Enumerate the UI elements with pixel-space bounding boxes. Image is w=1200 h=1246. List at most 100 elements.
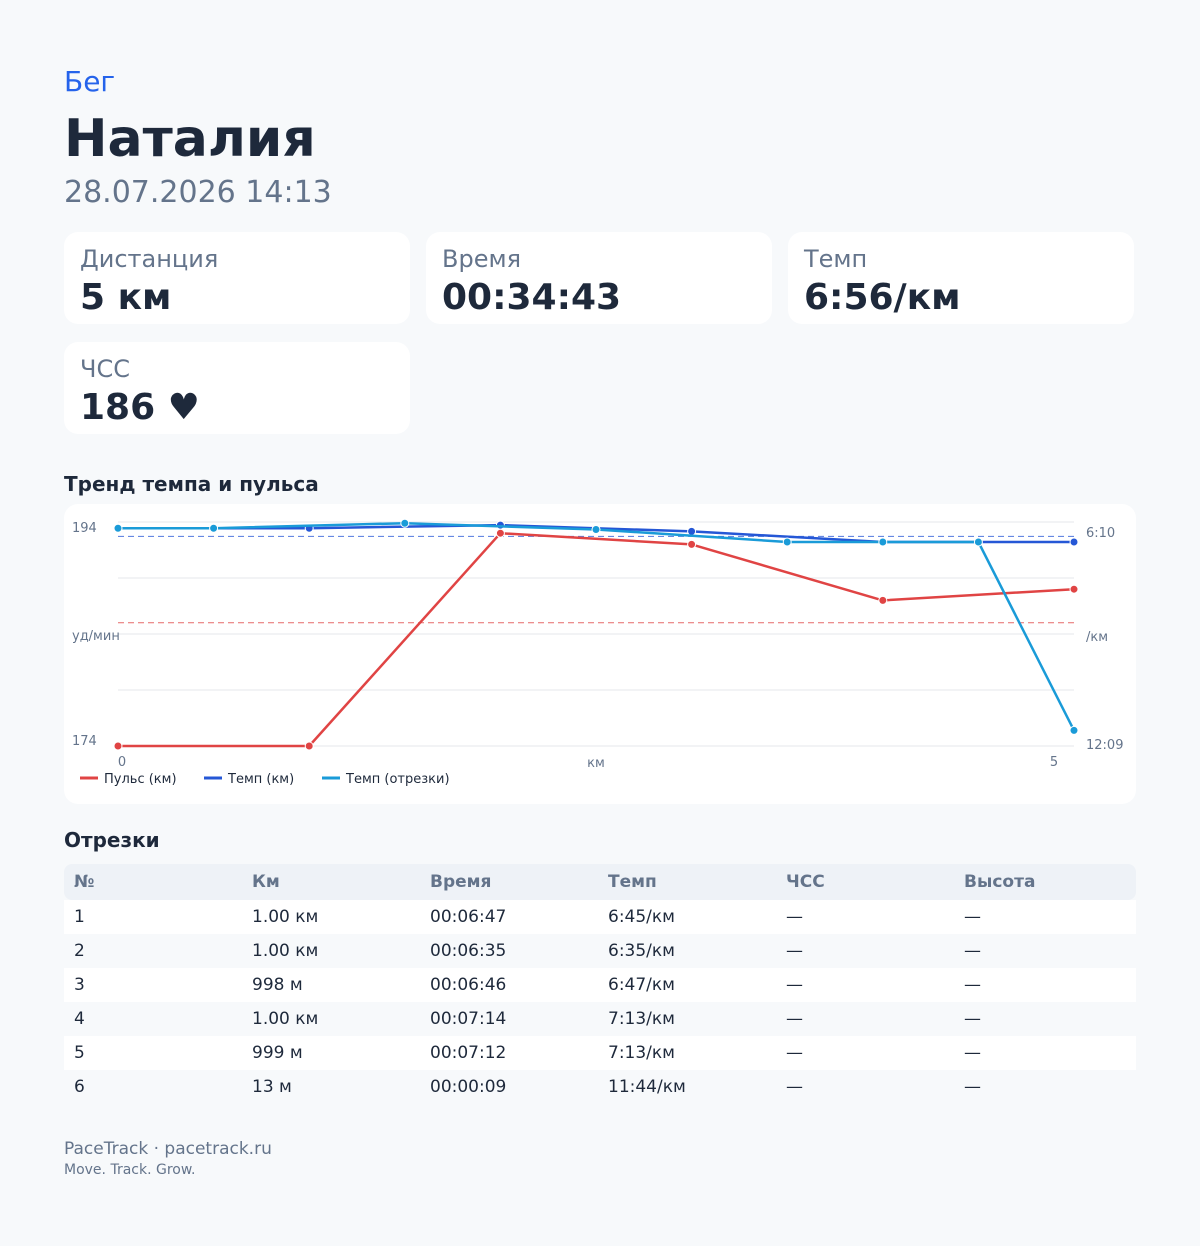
series-point-2 — [113, 523, 123, 533]
table-row: 2 1.00 км 00:06:35 6:35/км — — — [64, 934, 1136, 968]
chart-canvas: 194 174 уд/мин 6:10 12:09/км 0 5 км Пульс (км) Те… — [72, 518, 1123, 787]
split-distance: 1.00 км — [242, 900, 420, 934]
column-header-pace: Темп — [598, 864, 776, 900]
athlete-name: Наталия — [64, 109, 316, 169]
series-point-0 — [304, 741, 314, 751]
stat-card-distance: Дистанция 5 км — [64, 232, 410, 324]
y-right-axis-label: /км — [1086, 630, 1108, 645]
split-heart-rate: — — [776, 968, 954, 1002]
stat-value: 6:56/км — [804, 277, 961, 318]
table-row: 3 998 м 00:06:46 6:47/км — — — [64, 968, 1136, 1002]
split-elevation: — — [954, 1036, 1136, 1070]
stat-value: 5 км — [80, 277, 172, 318]
table-row: 6 13 м 00:00:09 11:44/км — — — [64, 1070, 1136, 1104]
stat-label: Темп — [804, 245, 868, 273]
y-left-tick-label: 194 — [72, 521, 97, 536]
split-heart-rate: — — [776, 1036, 954, 1070]
split-pace: 11:44/км — [598, 1070, 776, 1104]
split-number: 1 — [64, 900, 242, 934]
x-axis-label: км — [587, 756, 605, 771]
activity-type: Бег — [64, 65, 116, 98]
series-line-0 — [118, 531, 1075, 748]
series-point-0 — [687, 539, 697, 549]
column-header-number: № — [64, 864, 242, 900]
split-elevation: — — [954, 1002, 1136, 1036]
split-pace: 6:47/км — [598, 968, 776, 1002]
series-point-1 — [687, 526, 697, 536]
split-number: 4 — [64, 1002, 242, 1036]
activity-date: 28.07.2026 14:13 — [64, 175, 332, 210]
activity-summary-page: Бег Наталия 28.07.2026 14:13 Дистанция 5… — [0, 0, 1200, 1246]
split-time: 00:06:47 — [420, 900, 598, 934]
y-left-tick-label: 174 — [72, 734, 97, 749]
split-time: 00:00:09 — [420, 1070, 598, 1104]
series-point-2 — [973, 537, 983, 547]
stat-value: 00:34:43 — [442, 277, 622, 318]
series-line-2 — [118, 521, 1076, 731]
split-number: 5 — [64, 1036, 242, 1070]
stat-label: ЧСС — [80, 355, 130, 383]
legend-label: Темп (отрезки) — [345, 772, 450, 787]
split-time: 00:06:35 — [420, 934, 598, 968]
x-tick-label: 5 — [1050, 755, 1058, 770]
stat-label: Дистанция — [80, 245, 219, 273]
split-distance: 998 м — [242, 968, 420, 1002]
footer-tagline: Move. Track. Grow. — [64, 1162, 196, 1178]
y-left-axis-label: уд/мин — [72, 629, 120, 644]
series-point-0 — [113, 741, 123, 751]
series-point-2 — [1069, 725, 1079, 735]
column-header-heart-rate: ЧСС — [776, 864, 954, 900]
split-number: 6 — [64, 1070, 242, 1104]
split-elevation: — — [954, 934, 1136, 968]
splits-table: № Км Время Темп ЧСС Высота 1 1.00 км 00:… — [64, 864, 1136, 1104]
series-point-0 — [1069, 584, 1079, 594]
split-pace: 6:35/км — [598, 934, 776, 968]
split-distance: 999 м — [242, 1036, 420, 1070]
split-elevation: — — [954, 1070, 1136, 1104]
series-point-1 — [1069, 537, 1079, 547]
stat-label: Время — [442, 245, 522, 273]
legend-label: Темп (км) — [227, 772, 294, 787]
split-number: 3 — [64, 968, 242, 1002]
split-pace: 6:45/км — [598, 900, 776, 934]
split-heart-rate: — — [776, 1002, 954, 1036]
column-header-km: Км — [242, 864, 420, 900]
chart-section-title: Тренд темпа и пульса — [64, 472, 319, 496]
column-header-elevation: Высота — [954, 864, 1136, 900]
x-tick-label: 0 — [118, 755, 126, 770]
table-header-row: № Км Время Темп ЧСС Высота — [64, 864, 1136, 900]
stat-card-heart-rate: ЧСС 186 ♥ — [64, 342, 410, 434]
stat-card-time: Время 00:34:43 — [426, 232, 772, 324]
split-distance: 13 м — [242, 1070, 420, 1104]
table-row: 4 1.00 км 00:07:14 7:13/км — — — [64, 1002, 1136, 1036]
split-heart-rate: — — [776, 934, 954, 968]
footer-brand: PaceTrack · pacetrack.ru — [64, 1139, 272, 1159]
split-heart-rate: — — [776, 1070, 954, 1104]
split-time: 00:07:14 — [420, 1002, 598, 1036]
split-pace: 7:13/км — [598, 1036, 776, 1070]
series-point-0 — [878, 595, 888, 605]
split-elevation: — — [954, 900, 1136, 934]
split-pace: 7:13/км — [598, 1002, 776, 1036]
y-right-tick-label: 6:10 — [1086, 526, 1115, 541]
split-number: 2 — [64, 934, 242, 968]
split-distance: 1.00 км — [242, 934, 420, 968]
split-time: 00:07:12 — [420, 1036, 598, 1070]
series-point-2 — [782, 537, 792, 547]
stat-value: 186 ♥ — [80, 387, 200, 428]
series-point-2 — [400, 518, 410, 528]
split-elevation: — — [954, 968, 1136, 1002]
legend-label: Пульс (км) — [104, 772, 177, 787]
y-right-tick-label: 12:09 — [1086, 738, 1123, 753]
split-time: 00:06:46 — [420, 968, 598, 1002]
splits-section-title: Отрезки — [64, 828, 160, 852]
pace-heart-rate-chart: 194 174 уд/мин 6:10 12:09/км 0 5 км Пульс (км) Те… — [64, 504, 1136, 804]
table-row: 1 1.00 км 00:06:47 6:45/км — — — [64, 900, 1136, 934]
series-point-2 — [591, 524, 601, 534]
series-point-2 — [209, 523, 219, 533]
series-point-0 — [495, 528, 505, 538]
split-heart-rate: — — [776, 900, 954, 934]
series-point-2 — [878, 537, 888, 547]
split-distance: 1.00 км — [242, 1002, 420, 1036]
stat-card-pace: Темп 6:56/км — [788, 232, 1134, 324]
